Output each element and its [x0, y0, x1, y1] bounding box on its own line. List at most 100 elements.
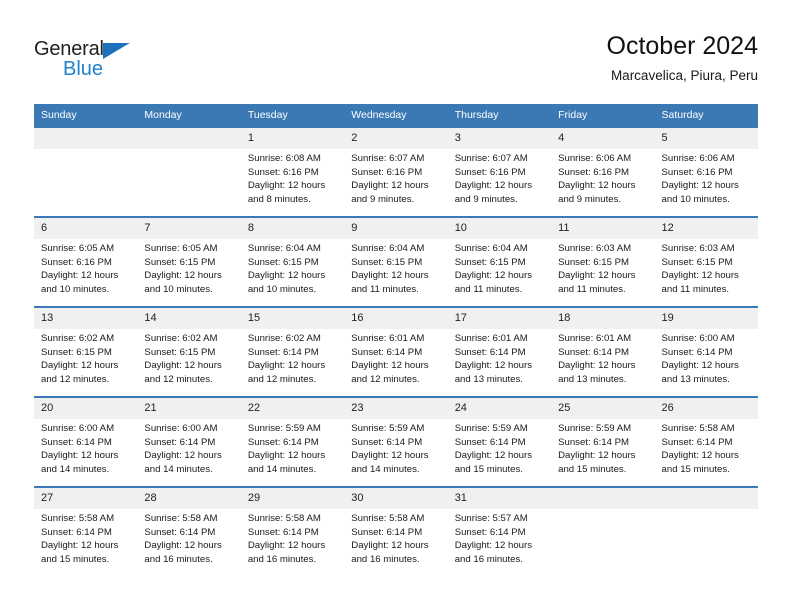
weekday-tuesday: Tuesday: [240, 104, 345, 127]
day-cell[interactable]: 12 Sunrise: 6:03 AM Sunset: 6:15 PM Dayl…: [654, 216, 758, 307]
sunrise-text: Sunrise: 5:58 AM: [661, 423, 735, 434]
sunrise-text: Sunrise: 5:59 AM: [247, 423, 321, 434]
day-cell[interactable]: 28 Sunrise: 5:58 AM Sunset: 6:14 PM Dayl…: [137, 486, 241, 577]
sunrise-text: Sunrise: 6:06 AM: [558, 153, 632, 164]
daylight-text: Daylight: 12 hours and 9 minutes.: [351, 180, 429, 205]
weekday-friday: Friday: [551, 104, 655, 127]
sunrise-text: Sunrise: 5:58 AM: [144, 513, 218, 524]
day-cell[interactable]: 21 Sunrise: 6:00 AM Sunset: 6:14 PM Dayl…: [137, 396, 241, 487]
daylight-text: Daylight: 12 hours and 11 minutes.: [351, 270, 429, 295]
day-cell[interactable]: 23 Sunrise: 5:59 AM Sunset: 6:14 PM Dayl…: [344, 396, 448, 487]
day-cell[interactable]: 14 Sunrise: 6:02 AM Sunset: 6:15 PM Dayl…: [137, 306, 241, 397]
daylight-text: Daylight: 12 hours and 12 minutes.: [41, 360, 119, 385]
sunrise-text: Sunrise: 5:58 AM: [41, 513, 115, 524]
day-details: Sunrise: 6:03 AM Sunset: 6:15 PM Dayligh…: [655, 239, 758, 296]
day-cell[interactable]: [654, 486, 758, 577]
daylight-text: Daylight: 12 hours and 11 minutes.: [454, 270, 533, 295]
day-details: Sunrise: 6:04 AM Sunset: 6:15 PM Dayligh…: [241, 239, 344, 296]
sunrise-text: Sunrise: 5:59 AM: [558, 423, 632, 434]
day-number: 26: [654, 398, 758, 419]
day-number: 15: [240, 308, 345, 329]
day-number: 8: [240, 218, 345, 239]
day-cell[interactable]: 17 Sunrise: 6:01 AM Sunset: 6:14 PM Dayl…: [447, 306, 552, 397]
sunrise-text: Sunrise: 5:58 AM: [351, 513, 425, 524]
weekday-header: Sunday Monday Tuesday Wednesday Thursday…: [34, 104, 758, 127]
day-cell[interactable]: 18 Sunrise: 6:01 AM Sunset: 6:14 PM Dayl…: [551, 306, 655, 397]
day-cell[interactable]: 1 Sunrise: 6:08 AM Sunset: 6:16 PM Dayli…: [240, 126, 345, 217]
sunrise-text: Sunrise: 6:00 AM: [144, 423, 218, 434]
day-number: [34, 128, 138, 149]
weekday-thursday: Thursday: [447, 104, 552, 127]
sunset-text: Sunset: 6:14 PM: [247, 526, 319, 538]
day-cell[interactable]: 3 Sunrise: 6:07 AM Sunset: 6:16 PM Dayli…: [447, 126, 552, 217]
page-header: General Blue October 2024 Marcavelica, P…: [34, 30, 758, 98]
sunset-text: Sunset: 6:16 PM: [454, 166, 526, 178]
day-number: 20: [34, 398, 138, 419]
day-details: Sunrise: 5:59 AM Sunset: 6:14 PM Dayligh…: [241, 419, 344, 476]
day-number: 6: [34, 218, 138, 239]
day-cell[interactable]: 5 Sunrise: 6:06 AM Sunset: 6:16 PM Dayli…: [654, 126, 758, 217]
sunrise-text: Sunrise: 6:00 AM: [41, 423, 115, 434]
day-details: Sunrise: 6:07 AM Sunset: 6:16 PM Dayligh…: [448, 149, 551, 206]
day-number: 22: [240, 398, 345, 419]
sunset-text: Sunset: 6:14 PM: [144, 526, 216, 538]
sunrise-text: Sunrise: 6:01 AM: [558, 333, 632, 344]
day-cell[interactable]: 8 Sunrise: 6:04 AM Sunset: 6:15 PM Dayli…: [240, 216, 345, 307]
day-number: 18: [551, 308, 655, 329]
day-cell[interactable]: 22 Sunrise: 5:59 AM Sunset: 6:14 PM Dayl…: [240, 396, 345, 487]
day-cell[interactable]: 10 Sunrise: 6:04 AM Sunset: 6:15 PM Dayl…: [447, 216, 552, 307]
weekday-monday: Monday: [137, 104, 241, 127]
sunrise-text: Sunrise: 6:04 AM: [454, 243, 528, 254]
day-cell[interactable]: 25 Sunrise: 5:59 AM Sunset: 6:14 PM Dayl…: [551, 396, 655, 487]
day-cell[interactable]: 27 Sunrise: 5:58 AM Sunset: 6:14 PM Dayl…: [34, 486, 138, 577]
day-cell[interactable]: 9 Sunrise: 6:04 AM Sunset: 6:15 PM Dayli…: [344, 216, 448, 307]
day-cell[interactable]: 29 Sunrise: 5:58 AM Sunset: 6:14 PM Dayl…: [240, 486, 345, 577]
day-cell[interactable]: [551, 486, 655, 577]
day-details: Sunrise: 6:01 AM Sunset: 6:14 PM Dayligh…: [448, 329, 551, 386]
sunrise-text: Sunrise: 6:02 AM: [144, 333, 218, 344]
daylight-text: Daylight: 12 hours and 14 minutes.: [247, 450, 326, 475]
day-cell[interactable]: [34, 126, 138, 217]
day-details: Sunrise: 6:06 AM Sunset: 6:16 PM Dayligh…: [551, 149, 654, 206]
day-cell[interactable]: 31 Sunrise: 5:57 AM Sunset: 6:14 PM Dayl…: [447, 486, 552, 577]
sunrise-text: Sunrise: 6:01 AM: [351, 333, 425, 344]
day-number: 5: [654, 128, 758, 149]
calendar-page: General Blue October 2024 Marcavelica, P…: [0, 0, 792, 612]
daylight-text: Daylight: 12 hours and 10 minutes.: [661, 180, 739, 205]
general-blue-logo[interactable]: General Blue: [34, 38, 154, 84]
day-cell[interactable]: 19 Sunrise: 6:00 AM Sunset: 6:14 PM Dayl…: [654, 306, 758, 397]
day-cell[interactable]: 30 Sunrise: 5:58 AM Sunset: 6:14 PM Dayl…: [344, 486, 448, 577]
day-cell[interactable]: [137, 126, 241, 217]
sunrise-text: Sunrise: 6:08 AM: [247, 153, 321, 164]
day-cell[interactable]: 15 Sunrise: 6:02 AM Sunset: 6:14 PM Dayl…: [240, 306, 345, 397]
day-number: 10: [447, 218, 552, 239]
sunrise-text: Sunrise: 5:59 AM: [351, 423, 425, 434]
day-cell[interactable]: 4 Sunrise: 6:06 AM Sunset: 6:16 PM Dayli…: [551, 126, 655, 217]
day-cell[interactable]: 11 Sunrise: 6:03 AM Sunset: 6:15 PM Dayl…: [551, 216, 655, 307]
day-number: 4: [551, 128, 655, 149]
sunset-text: Sunset: 6:14 PM: [351, 436, 423, 448]
sunset-text: Sunset: 6:16 PM: [558, 166, 630, 178]
day-details: Sunrise: 6:02 AM Sunset: 6:15 PM Dayligh…: [34, 329, 137, 386]
day-number: 27: [34, 488, 138, 509]
day-cell[interactable]: 20 Sunrise: 6:00 AM Sunset: 6:14 PM Dayl…: [34, 396, 138, 487]
day-cell[interactable]: 2 Sunrise: 6:07 AM Sunset: 6:16 PM Dayli…: [344, 126, 448, 217]
day-details: Sunrise: 5:58 AM Sunset: 6:14 PM Dayligh…: [344, 509, 447, 566]
day-cell[interactable]: 6 Sunrise: 6:05 AM Sunset: 6:16 PM Dayli…: [34, 216, 138, 307]
sunset-text: Sunset: 6:15 PM: [454, 256, 526, 268]
daylight-text: Daylight: 12 hours and 9 minutes.: [558, 180, 636, 205]
day-cell[interactable]: 26 Sunrise: 5:58 AM Sunset: 6:14 PM Dayl…: [654, 396, 758, 487]
day-cell[interactable]: 16 Sunrise: 6:01 AM Sunset: 6:14 PM Dayl…: [344, 306, 448, 397]
day-cell[interactable]: 13 Sunrise: 6:02 AM Sunset: 6:15 PM Dayl…: [34, 306, 138, 397]
weekday-wednesday: Wednesday: [344, 104, 448, 127]
day-cell[interactable]: 7 Sunrise: 6:05 AM Sunset: 6:15 PM Dayli…: [137, 216, 241, 307]
day-cell[interactable]: 24 Sunrise: 5:59 AM Sunset: 6:14 PM Dayl…: [447, 396, 552, 487]
day-details: Sunrise: 6:02 AM Sunset: 6:15 PM Dayligh…: [137, 329, 240, 386]
week-row: 6 Sunrise: 6:05 AM Sunset: 6:16 PM Dayli…: [34, 216, 758, 307]
daylight-text: Daylight: 12 hours and 15 minutes.: [454, 450, 533, 475]
day-number: 13: [34, 308, 138, 329]
day-details: Sunrise: 5:57 AM Sunset: 6:14 PM Dayligh…: [448, 509, 551, 566]
day-number: 3: [447, 128, 552, 149]
sunset-text: Sunset: 6:14 PM: [454, 436, 526, 448]
daylight-text: Daylight: 12 hours and 16 minutes.: [144, 540, 222, 565]
